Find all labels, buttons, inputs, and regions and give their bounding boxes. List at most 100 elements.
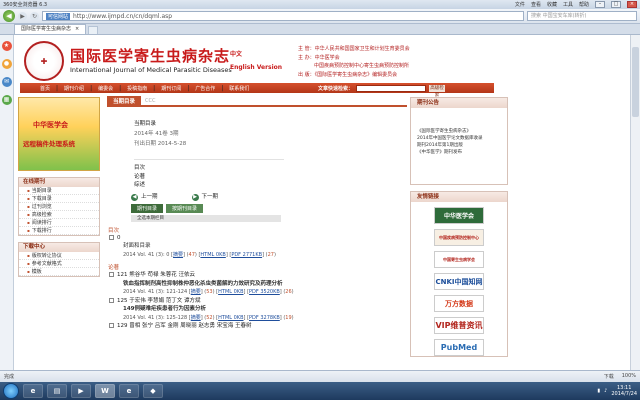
abstract-count: 52	[206, 314, 213, 321]
link-wanfang[interactable]: 万方数据	[434, 295, 484, 312]
menu-tools[interactable]: 工具	[563, 1, 573, 8]
article-title[interactable]: 封面和目录	[109, 242, 407, 251]
menu-view[interactable]: 查看	[531, 1, 541, 8]
mail-icon[interactable]: ✉	[1, 77, 12, 87]
html-link[interactable]: HTML 0KB	[218, 289, 243, 295]
scroll-thumb[interactable]	[632, 47, 639, 117]
version-en-link[interactable]: English Version	[230, 64, 282, 71]
article-item: 129 曾相 张宁 吕军 金刚 周晓丽 赵志勇 宋宝海 王春树	[107, 322, 407, 331]
clock[interactable]: 13:11 2014/7/24	[611, 385, 637, 397]
menu-help[interactable]: 帮助	[579, 1, 589, 8]
article-checkbox[interactable]	[109, 234, 114, 240]
nav-home[interactable]: 首页	[40, 85, 50, 92]
article-checkbox[interactable]	[109, 297, 114, 303]
article-checkbox[interactable]	[109, 272, 114, 277]
tab-by-issue[interactable]: 按期刊目录	[166, 203, 204, 213]
volume-icon[interactable]: ♪	[604, 388, 607, 394]
sidebar-item-references[interactable]: 参考文献格式	[19, 260, 99, 268]
link-parasite-society[interactable]: 中国寄生虫病学会	[434, 251, 484, 268]
html-link[interactable]: HTML 0KB	[200, 252, 225, 258]
zoom-level[interactable]: 100%	[622, 373, 636, 380]
sidebar-item-copyright[interactable]: 版权转让协议	[19, 252, 99, 260]
article-title[interactable]: 149例疑难疟疾患者行为因素分析	[109, 305, 407, 314]
sidebar-item-download-toc[interactable]: 下载目录	[19, 195, 99, 203]
remote-submission-banner[interactable]: 中华医学会 远程稿件处理系统	[18, 97, 100, 171]
toc-link-reviews[interactable]: 综述	[134, 181, 407, 190]
version-cn-link[interactable]: 中文	[230, 49, 242, 58]
link-cma[interactable]: 中华医学会	[434, 207, 484, 224]
nav-contact[interactable]: 联系我们	[229, 85, 249, 92]
nav-board[interactable]: 编委会	[98, 85, 113, 92]
news-item[interactable]: 2014年中国医学论文数据库收录	[417, 135, 501, 142]
taskbar-folder-icon[interactable]: ▤	[47, 384, 67, 398]
taskbar-ie-icon[interactable]: e	[23, 384, 43, 398]
taskbar-app-icon[interactable]: ◆	[143, 384, 163, 398]
sidebar-item-read-rank[interactable]: 阅读排行	[19, 219, 99, 227]
link-cnki[interactable]: CNKI中国知网	[434, 273, 484, 290]
menu-favorites[interactable]: 收藏	[547, 1, 557, 8]
nav-subscribe[interactable]: 期刊订阅	[161, 85, 181, 92]
org-line: 出 版：《国际医学寄生虫病杂志》编辑委员会	[298, 71, 398, 78]
browser-search-input[interactable]: 搜索 中国宝安车库(转折)	[527, 11, 637, 21]
article-title[interactable]: 铁血指挥制剂高性抑制株仲恶化杀虫类菌解的力效研究及药理分析	[109, 280, 407, 289]
download-button[interactable]: 下载	[604, 373, 614, 380]
news-item[interactable]: 期刊2014年第1期出版	[417, 142, 501, 149]
taskbar-browser-icon[interactable]: e	[119, 384, 139, 398]
select-all-bar[interactable]: 全选本期栏目	[131, 214, 281, 222]
site-header: ✚ 国际医学寄生虫病杂志 International Journal of Me…	[20, 39, 500, 83]
taskbar-word-icon[interactable]: W	[95, 384, 115, 398]
tab-close-icon[interactable]: ×	[75, 25, 79, 34]
sidebar-item-download-rank[interactable]: 下载排行	[19, 227, 99, 235]
quick-search-input[interactable]	[356, 84, 427, 92]
sidebar-item-current-toc[interactable]: 当期目录	[19, 187, 99, 195]
abstract-link[interactable]: 摘要	[173, 252, 183, 258]
back-button[interactable]: ◀	[3, 10, 15, 22]
pdf-count: 26	[285, 289, 292, 295]
sidebar-item-archive[interactable]: 过刊浏览	[19, 203, 99, 211]
close-button[interactable]: ×	[627, 1, 637, 8]
trust-badge: 可信网站	[46, 12, 71, 20]
nav-about[interactable]: 期刊介绍	[64, 85, 84, 92]
advanced-search-button[interactable]: 高级检索	[429, 84, 446, 98]
news-item[interactable]: 《中华医学》期刊发布	[417, 149, 501, 156]
network-icon[interactable]: ▮	[597, 388, 600, 394]
start-button[interactable]	[3, 383, 19, 399]
web-page: ✚ 国际医学寄生虫病杂志 International Journal of Me…	[14, 35, 630, 370]
tab-journal[interactable]: 国际医学寄生虫病杂志 ×	[14, 24, 87, 34]
article-checkbox[interactable]	[109, 323, 114, 328]
toc-link-contents[interactable]: 目次	[134, 164, 407, 173]
maximize-button[interactable]: □	[611, 1, 621, 8]
tab-journal-toc[interactable]: 期刊目录	[131, 203, 164, 213]
apps-icon[interactable]: ▦	[1, 95, 12, 105]
favorites-icon[interactable]: ★	[1, 41, 12, 51]
left-column: 中华医学会 远程稿件处理系统 在线期刊 当期目录 下载目录 过刊浏览 高级检索 …	[18, 97, 100, 370]
html-link[interactable]: HTML 0KB	[218, 315, 243, 321]
minimize-button[interactable]: –	[595, 1, 605, 8]
taskbar-player-icon[interactable]: ▶	[71, 384, 91, 398]
refresh-button[interactable]: ↻	[30, 11, 39, 21]
nav-submission[interactable]: 投稿指南	[127, 85, 147, 92]
page-scrollbar[interactable]	[630, 35, 640, 370]
prev-issue-link[interactable]: ◀ 上一期	[131, 192, 158, 201]
pdf-count: 27	[267, 251, 274, 258]
weibo-icon[interactable]: ●	[1, 59, 12, 69]
pdf-link[interactable]: PDF 3278KB	[249, 315, 280, 321]
new-tab-button[interactable]	[88, 26, 99, 34]
abstract-link[interactable]: 摘要	[191, 315, 201, 321]
link-pubmed[interactable]: PubMed	[434, 339, 484, 356]
abstract-link[interactable]: 摘要	[191, 289, 201, 295]
sidebar-item-advanced-search[interactable]: 高级检索	[19, 211, 99, 219]
nav-ads[interactable]: 广告合作	[195, 85, 215, 92]
url-field[interactable]: 可信网站 http://www.ijmpd.cn/cn/dqml.asp	[42, 11, 524, 21]
sidebar-item-template[interactable]: 模板	[19, 268, 99, 276]
pdf-link[interactable]: PDF 2771KB	[231, 252, 262, 258]
news-item[interactable]: 《国际医学寄生虫病杂志》	[417, 128, 501, 135]
article-authors: 于宏伟 李慧娟 范丁文 谭方斌	[129, 297, 201, 304]
link-vip[interactable]: VIP维普资讯	[434, 317, 484, 334]
link-chinacdc[interactable]: 中国疾病预防控制中心	[434, 229, 484, 246]
toc-link-articles[interactable]: 论著	[134, 173, 407, 182]
menu-file[interactable]: 文件	[515, 1, 525, 8]
next-issue-link[interactable]: ▶ 下一期	[191, 192, 218, 201]
forward-button[interactable]: ▶	[18, 11, 27, 21]
pdf-link[interactable]: PDF 3520KB	[249, 289, 280, 295]
